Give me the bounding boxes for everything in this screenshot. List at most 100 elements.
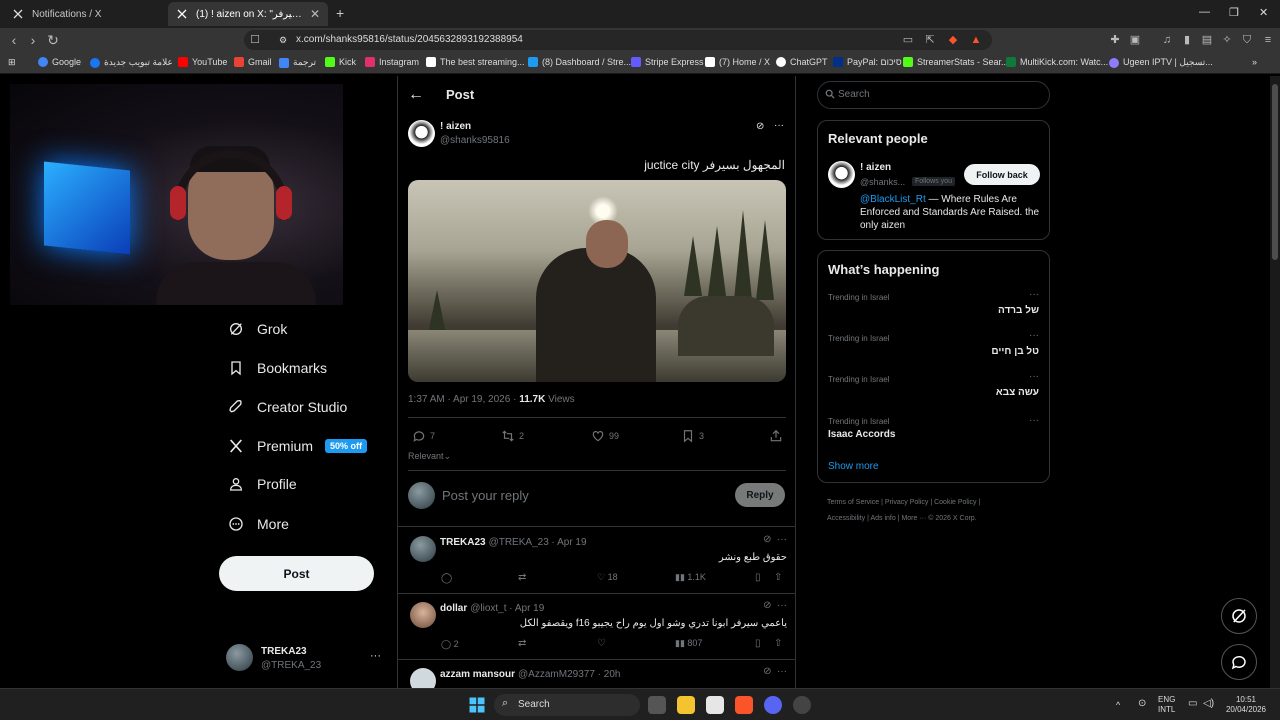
account-switcher[interactable]: TREKA23 @TREKA_23 ··· [226, 644, 386, 674]
back-icon[interactable]: ‹ [6, 32, 22, 48]
leo-ai-icon[interactable]: ✧ [1220, 33, 1234, 47]
reply-more-icon[interactable]: ⊘ ··· [763, 534, 787, 545]
post-button[interactable]: Post [219, 556, 374, 591]
screenshot-icon[interactable]: ▣ [1128, 33, 1142, 47]
reply-author[interactable]: TREKA23 @TREKA_23 · Apr 19 [440, 537, 587, 548]
sidebar-icon[interactable]: ▮ [1180, 33, 1194, 47]
bookmark-item[interactable]: The best streaming... [426, 57, 525, 67]
bookmark-item[interactable]: Ugeen IPTV | تسجيل... [1109, 57, 1213, 68]
discord-icon[interactable] [764, 696, 782, 714]
author-avatar[interactable] [408, 120, 435, 147]
brave-shield-icon[interactable]: ◆ [946, 33, 960, 47]
trend-more-icon[interactable]: ··· [1029, 330, 1039, 341]
views-action[interactable]: ▮▮ 807 [675, 638, 702, 649]
share-icon[interactable]: ⇧ [774, 572, 782, 583]
reply-more-icon[interactable]: ⊘ ··· [763, 600, 787, 611]
taskbar-search[interactable] [494, 694, 640, 716]
new-tab-icon[interactable]: + [336, 5, 344, 21]
file-explorer-icon[interactable] [677, 696, 695, 714]
bookmark-item[interactable]: Gmail [234, 57, 272, 67]
heart-icon[interactable]: ♡ [597, 638, 606, 649]
nav-grok[interactable]: Grok [228, 316, 287, 342]
reply-button[interactable]: Reply [735, 483, 785, 507]
minimize-icon[interactable]: — [1199, 6, 1210, 18]
close-window-icon[interactable]: ✕ [1259, 6, 1268, 19]
views-action[interactable]: ▮▮ 1.1K [675, 572, 706, 583]
bookmark-icon[interactable]: ▯ [755, 572, 761, 583]
bookmark-item[interactable]: علامة تبويب جديدة [90, 57, 173, 68]
bookmark-item[interactable]: MultiKick.com: Watc... [1006, 57, 1108, 67]
apps-icon[interactable]: ⊞ [8, 57, 16, 68]
settings-gear-icon[interactable] [793, 696, 811, 714]
language-indicator[interactable]: ENG INTL [1158, 695, 1175, 715]
windows-start-icon[interactable] [468, 696, 486, 714]
tab-notifications[interactable]: Notifications / X [4, 2, 166, 26]
display-icon[interactable]: ▭ [1188, 699, 1197, 709]
clock[interactable]: 10:51 20/04/2026 [1224, 695, 1268, 715]
repost-icon[interactable]: ⇄ [518, 572, 526, 583]
messages-fab[interactable] [1221, 644, 1257, 680]
menu-icon[interactable]: ≡ [1261, 33, 1275, 47]
trend-more-icon[interactable]: ··· [1029, 289, 1039, 300]
reply-author[interactable]: azzam mansour @AzzamM29377 · 20h [440, 669, 620, 680]
extensions-icon[interactable]: ✚ [1108, 33, 1122, 47]
wallet-icon[interactable]: ▤ [1200, 33, 1214, 47]
nav-more[interactable]: More [228, 511, 289, 537]
install-icon[interactable]: ▭ [901, 33, 915, 47]
bookmark-icon[interactable]: ▯ [755, 638, 761, 649]
account-more-icon[interactable]: ··· [370, 650, 381, 662]
nav-premium[interactable]: Premium 50% off [228, 433, 368, 459]
task-view-icon[interactable] [648, 696, 666, 714]
like-action[interactable]: ♡ 18 [597, 572, 618, 583]
close-tab-icon[interactable]: ✕ [310, 7, 320, 21]
repost-action[interactable]: 2 [501, 429, 524, 443]
author-name[interactable]: ! aizen [440, 121, 471, 132]
post-more-icon[interactable]: ··· [774, 120, 784, 131]
media-icon[interactable]: ♫ [1160, 33, 1174, 47]
nav-profile[interactable]: Profile [228, 471, 297, 497]
footer-links[interactable]: Terms of Service | Privacy Policy | Cook… [827, 499, 980, 506]
brave-rewards-icon[interactable]: ▲ [969, 33, 983, 47]
bookmark-item[interactable]: ChatGPT [776, 57, 828, 67]
more-bookmarks-icon[interactable]: » [1252, 57, 1257, 67]
nav-creator-studio[interactable]: Creator Studio [228, 394, 347, 420]
repost-icon[interactable]: ⇄ [518, 638, 526, 649]
brave-browser-icon[interactable] [735, 696, 753, 714]
bookmark-item[interactable]: Instagram [365, 57, 419, 67]
vpn-icon[interactable]: ⛉ [1240, 33, 1254, 47]
follow-back-button[interactable]: Follow back [964, 164, 1040, 185]
bookmark-item[interactable]: YouTube [178, 57, 227, 67]
reply-action[interactable]: ◯ 2 [441, 639, 459, 650]
trend-item[interactable]: Trending in Israel ··· Isaac Accords [818, 413, 1049, 453]
bio-mention-link[interactable]: @BlackList_Rt [860, 194, 926, 205]
share-icon[interactable]: ⇱ [923, 33, 937, 47]
site-info-icon[interactable]: ⚙ [276, 33, 290, 47]
volume-icon[interactable]: ◁) [1203, 699, 1214, 709]
page-scrollbar[interactable] [1270, 76, 1280, 688]
bookmark-item[interactable]: StreamerStats - Sear... [903, 57, 1009, 67]
footer-links[interactable]: Accessibility | Ads info | More ··· © 20… [827, 515, 977, 522]
bookmark-item[interactable]: Kick [325, 57, 356, 67]
trend-item[interactable]: Trending in Israel ··· עשה צבא [818, 371, 1049, 411]
grok-explain-icon[interactable]: ⊘ [756, 121, 764, 132]
bookmark-item[interactable]: (7) Home / X [705, 57, 770, 67]
tab-post[interactable]: (1) ! aizen on X: "المجهول بسيرفر ✕ [168, 2, 328, 26]
reply-item[interactable]: dollar @lioxt_t · Apr 19 ⊘ ··· ياعمي سيرف… [398, 594, 795, 658]
like-action[interactable]: 99 [591, 429, 619, 443]
share-action[interactable] [769, 429, 787, 443]
person-handle[interactable]: @shanks... [860, 177, 905, 187]
forward-icon[interactable]: › [25, 32, 41, 48]
nav-bookmarks[interactable]: Bookmarks [228, 355, 327, 381]
tray-overflow-icon[interactable]: ^ [1116, 700, 1120, 710]
bookmark-item[interactable]: ترجمة [279, 57, 316, 68]
trend-item[interactable]: Trending in Israel ··· של ברדה [818, 289, 1049, 329]
back-arrow-icon[interactable]: ← [408, 86, 424, 104]
reply-author[interactable]: dollar @lioxt_t · Apr 19 [440, 603, 544, 614]
reply-more-icon[interactable]: ⊘ ··· [763, 666, 787, 677]
reply-item[interactable]: TREKA23 @TREKA_23 · Apr 19 ⊘ ··· حقوق طبع… [398, 528, 795, 592]
reply-icon[interactable]: ◯ [441, 573, 452, 584]
bookmark-item[interactable]: Google [38, 57, 81, 67]
grok-fab[interactable] [1221, 598, 1257, 634]
restore-icon[interactable]: ❐ [1229, 6, 1239, 19]
trend-more-icon[interactable]: ··· [1029, 371, 1039, 382]
